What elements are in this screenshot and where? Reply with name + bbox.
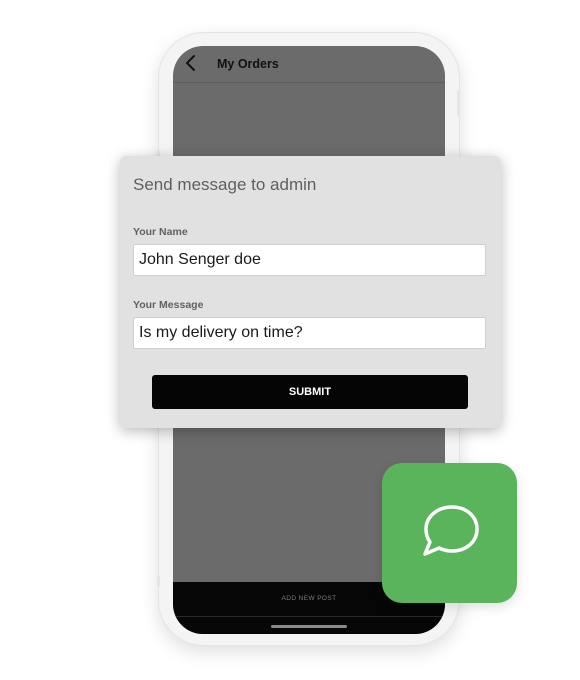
page-title: My Orders bbox=[217, 57, 279, 71]
phone-side-button bbox=[457, 90, 460, 116]
chevron-left-icon[interactable] bbox=[183, 54, 199, 72]
name-field[interactable]: John Senger doe bbox=[133, 244, 486, 276]
name-label: Your Name bbox=[133, 226, 188, 238]
message-label: Your Message bbox=[133, 299, 204, 311]
chat-button[interactable] bbox=[382, 463, 517, 603]
phone-side-button bbox=[157, 575, 160, 587]
dialog-title: Send message to admin bbox=[133, 175, 317, 194]
message-field[interactable]: Is my delivery on time? bbox=[133, 317, 486, 349]
divider bbox=[173, 616, 445, 617]
submit-button[interactable]: SUBMIT bbox=[152, 375, 468, 409]
home-indicator bbox=[271, 625, 347, 628]
message-dialog: Send message to admin Your Name John Sen… bbox=[120, 156, 501, 428]
app-header: My Orders bbox=[173, 46, 445, 83]
chat-bubble-icon bbox=[423, 505, 479, 556]
